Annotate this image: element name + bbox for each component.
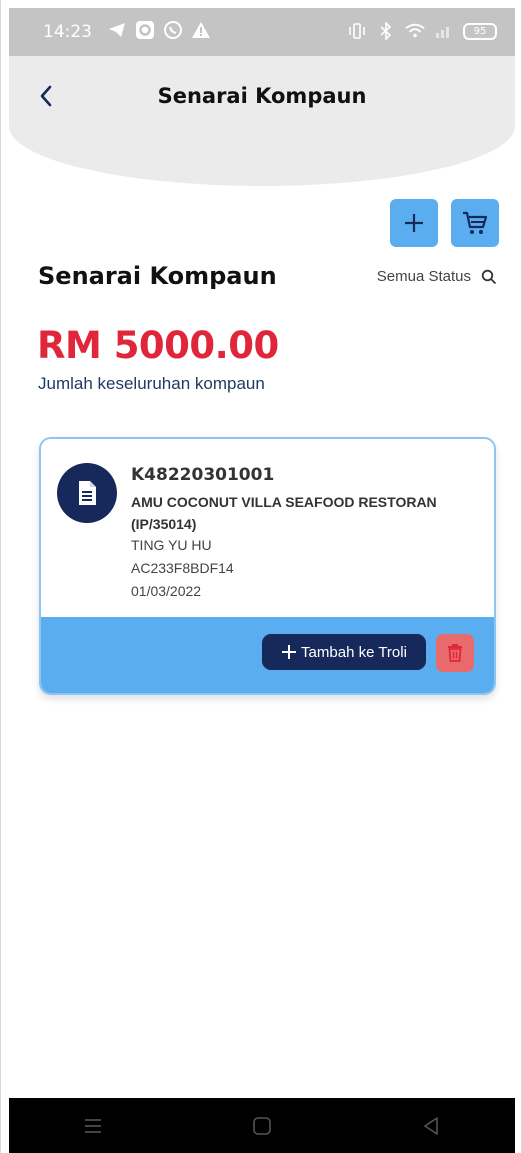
signal-icon — [434, 21, 454, 41]
compound-date: 01/03/2022 — [131, 583, 202, 599]
bluetooth-icon — [376, 21, 396, 41]
add-to-cart-button[interactable]: Tambah ke Troli — [262, 634, 426, 670]
system-navigation-bar — [9, 1098, 515, 1153]
add-button[interactable] — [390, 199, 438, 247]
cart-icon — [463, 211, 488, 234]
system-icons: 95 — [347, 21, 497, 41]
total-amount: RM 5000.00 — [37, 324, 279, 367]
home-nav-button[interactable] — [242, 1106, 282, 1146]
page-title: Senarai Kompaun — [157, 84, 367, 108]
status-bar: 14:23 95 — [9, 8, 515, 56]
home-icon — [253, 1116, 271, 1135]
compound-card-body: K48220301001 AMU COCONUT VILLA SEAFOOD R… — [41, 439, 494, 617]
plus-icon — [405, 214, 423, 232]
compound-code: K48220301001 — [131, 465, 275, 485]
total-caption: Jumlah keseluruhan kompaun — [38, 374, 265, 393]
compound-premise-name: AMU COCONUT VILLA SEAFOOD RESTORAN (IP/3… — [131, 494, 437, 532]
battery-icon: 95 — [463, 22, 497, 40]
back-triangle-icon — [423, 1116, 438, 1135]
status-time: 14:23 — [43, 22, 92, 42]
notification-icons — [107, 20, 211, 40]
menu-nav-button[interactable] — [73, 1106, 113, 1146]
delete-button[interactable] — [436, 634, 474, 672]
compound-card-actions: Tambah ke Troli — [41, 617, 494, 693]
plus-icon — [282, 645, 297, 659]
app-screen: 14:23 95 Senarai Kompaun Senarai Kompaun… — [0, 0, 522, 1153]
compound-person: TING YU HU — [131, 537, 212, 553]
vibrate-icon — [347, 21, 367, 41]
cart-button[interactable] — [451, 199, 499, 247]
warning-icon — [191, 20, 211, 40]
compound-reference: AC233F8BDF14 — [131, 560, 234, 576]
wifi-icon — [405, 21, 425, 41]
app-header: Senarai Kompaun — [9, 56, 515, 186]
menu-icon — [85, 1118, 102, 1133]
trash-icon — [448, 644, 462, 662]
whatsapp-icon — [163, 20, 183, 40]
telegram-icon — [107, 20, 127, 40]
status-filter-label: Semua Status — [376, 268, 471, 285]
compound-card[interactable]: K48220301001 AMU COCONUT VILLA SEAFOOD R… — [39, 437, 496, 695]
section-title: Senarai Kompaun — [38, 262, 277, 290]
add-to-cart-label: Tambah ke Troli — [301, 643, 407, 661]
back-nav-button[interactable] — [411, 1106, 451, 1146]
search-icon[interactable] — [481, 269, 497, 285]
status-filter[interactable]: Semua Status — [377, 268, 497, 285]
document-icon — [57, 463, 117, 523]
outlook-icon — [135, 20, 155, 40]
